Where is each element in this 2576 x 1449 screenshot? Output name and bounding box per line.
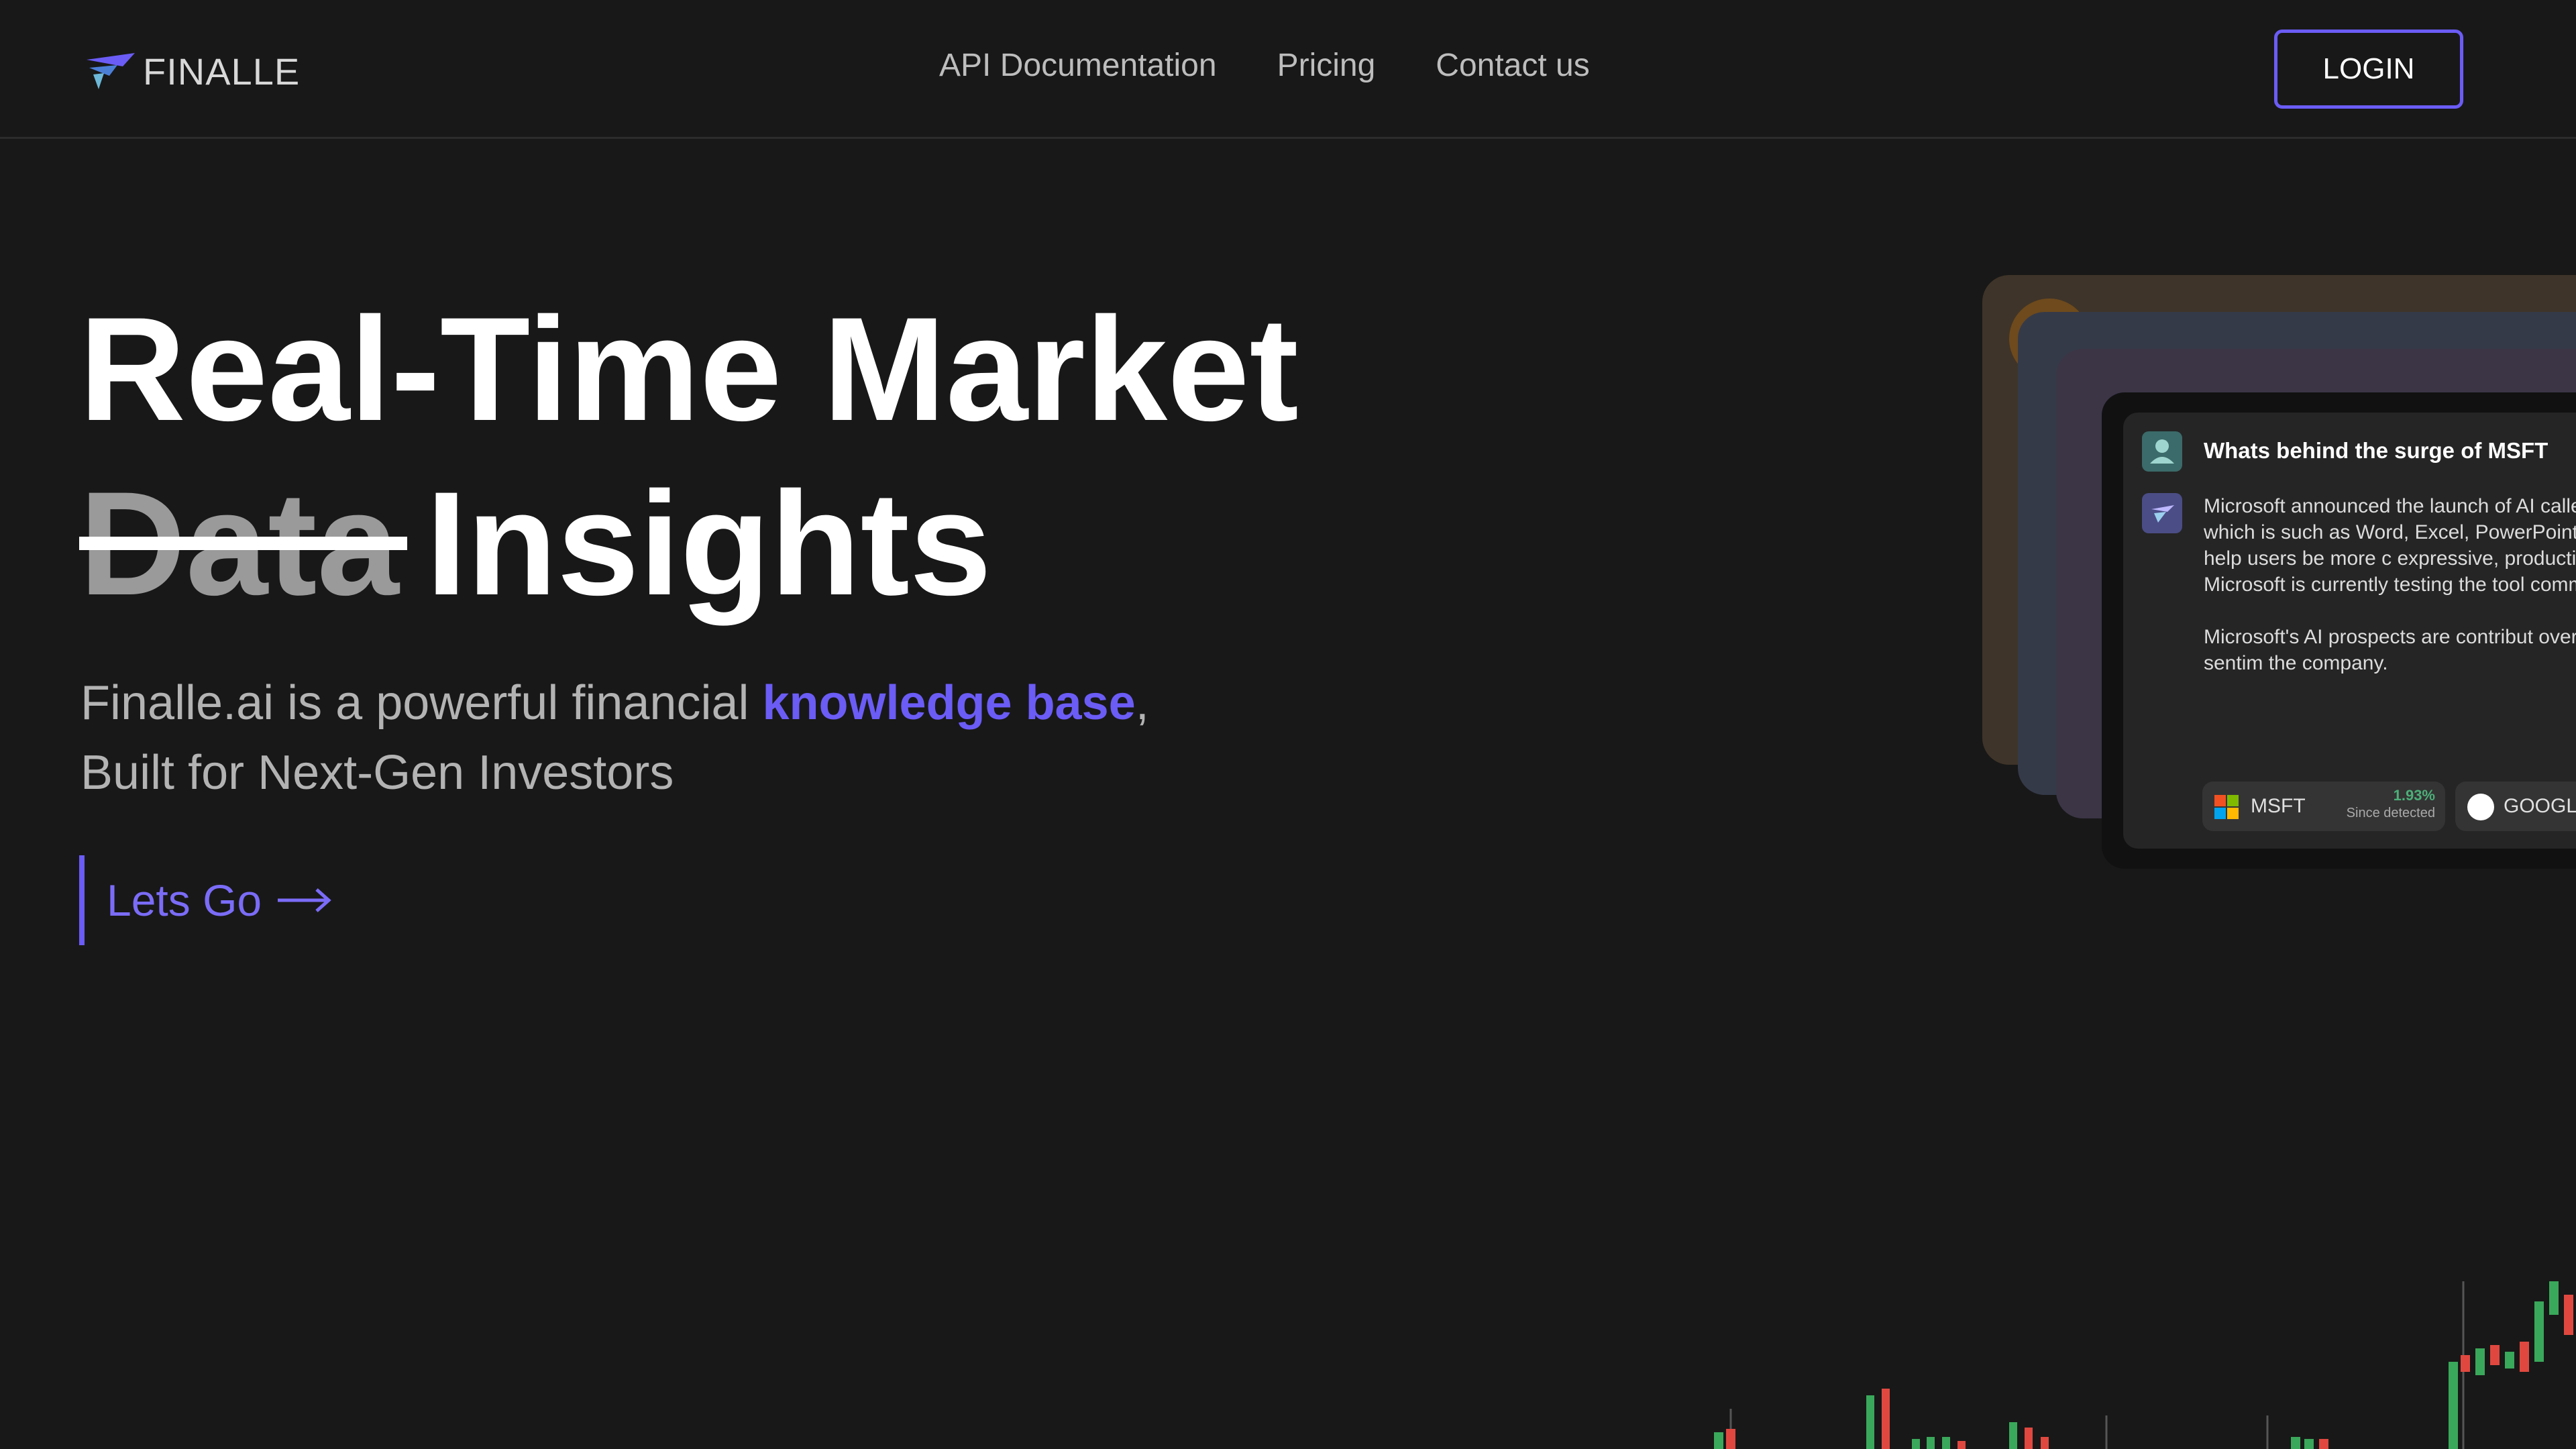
candle bbox=[2520, 1342, 2529, 1372]
microsoft-logo-icon bbox=[2214, 795, 2239, 819]
answer-paragraph-2: Microsoft's AI prospects are contribut o… bbox=[2204, 626, 2576, 674]
candle bbox=[1882, 1389, 1890, 1449]
nav-links: API Documentation Pricing Contact us bbox=[939, 47, 1650, 84]
decorative-candlestick-chart bbox=[1714, 1281, 2573, 1449]
google-logo-icon bbox=[2467, 794, 2494, 820]
chip-ticker: GOOGL bbox=[2504, 795, 2576, 817]
subtitle-prefix: Finalle.ai is a powerful financial bbox=[80, 676, 763, 730]
finalle-bot-icon bbox=[2142, 493, 2182, 533]
candle bbox=[2475, 1348, 2485, 1375]
candle bbox=[2025, 1428, 2033, 1449]
arrow-right-icon bbox=[278, 888, 331, 912]
candle bbox=[2490, 1345, 2500, 1365]
nav-link-api-documentation[interactable]: API Documentation bbox=[939, 47, 1217, 84]
brand-name: FINALLE bbox=[143, 50, 301, 93]
candle bbox=[2009, 1422, 2017, 1449]
subtitle-line2: Built for Next-Gen Investors bbox=[80, 746, 674, 800]
lets-go-button[interactable]: Lets Go bbox=[79, 855, 331, 945]
answer-paragraph-1: Microsoft announced the launch of AI cal… bbox=[2204, 495, 2576, 596]
chip-note: Since detected bbox=[2346, 806, 2435, 820]
candle bbox=[2505, 1352, 2514, 1368]
login-button[interactable]: LOGIN bbox=[2274, 30, 2463, 109]
finalle-wing-logo-icon bbox=[87, 52, 135, 89]
answer-text: Microsoft announced the launch of AI cal… bbox=[2204, 493, 2576, 676]
question-text: Whats behind the surge of MSFT bbox=[2204, 438, 2548, 463]
candle bbox=[1714, 1432, 1723, 1449]
insight-card-stack: Whats behind the surge of MSFT Microsoft… bbox=[1979, 268, 2576, 885]
candle bbox=[2534, 1301, 2544, 1362]
candle bbox=[2449, 1362, 2458, 1449]
cta-label: Lets Go bbox=[107, 875, 262, 925]
insight-card-body: Whats behind the surge of MSFT Microsoft… bbox=[2123, 413, 2576, 849]
hero-title-line1: Real-Time Market bbox=[79, 286, 1299, 451]
candle bbox=[1942, 1437, 1950, 1449]
candle bbox=[1726, 1429, 1735, 1449]
candle bbox=[2319, 1439, 2328, 1449]
hero-subtitle: Finalle.ai is a powerful financial knowl… bbox=[80, 668, 1149, 808]
insights-word: Insights bbox=[425, 461, 992, 626]
candle bbox=[2549, 1281, 2559, 1315]
ticker-chip-googl[interactable]: GOOGL bbox=[2455, 782, 2576, 831]
user-icon bbox=[2142, 431, 2182, 472]
candle bbox=[2291, 1437, 2300, 1449]
candle bbox=[2564, 1295, 2573, 1335]
candle bbox=[2304, 1439, 2314, 1449]
candle bbox=[1927, 1437, 1935, 1449]
insight-card[interactable]: Whats behind the surge of MSFT Microsoft… bbox=[2102, 392, 2576, 869]
subtitle-suffix: , bbox=[1135, 676, 1149, 730]
nav-link-pricing[interactable]: Pricing bbox=[1277, 47, 1376, 84]
brand-logo[interactable]: FINALLE bbox=[84, 50, 300, 93]
chip-change: 1.93% bbox=[2393, 787, 2435, 804]
hero-title-line2: Data Insights bbox=[79, 470, 991, 617]
nav-link-contact-us[interactable]: Contact us bbox=[1436, 47, 1589, 84]
candle bbox=[2041, 1437, 2049, 1449]
subtitle-highlight: knowledge base bbox=[762, 676, 1136, 730]
ticker-chip-msft[interactable]: MSFT 1.93% Since detected bbox=[2202, 782, 2445, 831]
top-navbar: FINALLE API Documentation Pricing Contac… bbox=[0, 0, 2576, 139]
struck-word: Data bbox=[79, 461, 407, 626]
candle bbox=[1912, 1439, 1920, 1449]
candle bbox=[1957, 1441, 1966, 1449]
candle bbox=[2461, 1355, 2470, 1372]
chip-ticker: MSFT bbox=[2251, 795, 2306, 817]
candle bbox=[1866, 1395, 1874, 1449]
